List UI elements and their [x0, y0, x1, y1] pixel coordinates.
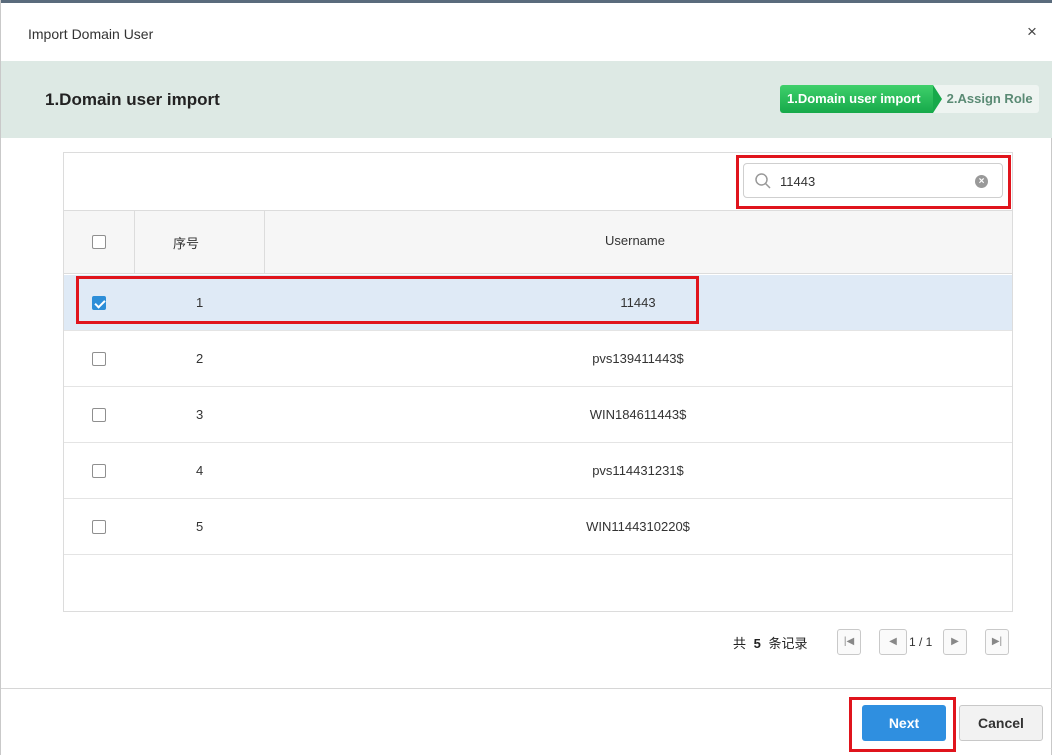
column-header-username[interactable]: Username [605, 233, 665, 248]
dialog-title: Import Domain User [28, 26, 154, 42]
pager-total-count: 5 [753, 636, 761, 651]
table-row[interactable]: 2 pvs139411443$ [64, 331, 1012, 387]
table-row[interactable]: 3 WIN184611443$ [64, 387, 1012, 443]
first-page-button[interactable]: |◀ [837, 629, 861, 655]
step-1-domain-user-import: 1.Domain user import [780, 85, 942, 113]
header-divider [134, 211, 135, 274]
table-row[interactable]: 1 11443 [64, 275, 1012, 331]
last-page-button[interactable]: ▶| [985, 629, 1009, 655]
page-indicator: 1 / 1 [909, 635, 933, 649]
pager-total-prefix: 共 [733, 636, 747, 651]
next-page-button[interactable]: ▶ [943, 629, 967, 655]
close-icon[interactable]: × [1023, 23, 1041, 41]
table-header: 序号 Username [64, 210, 1012, 274]
step-2-assign-role: 2.Assign Role [932, 85, 1039, 113]
search-icon [755, 173, 771, 189]
next-button[interactable]: Next [862, 705, 946, 741]
row-username: pvs139411443$ [592, 351, 684, 366]
row-username: WIN1144310220$ [586, 519, 690, 534]
step-title: 1.Domain user import [45, 90, 220, 109]
step-indicator: 1.Domain user import 2.Assign Role [780, 85, 1039, 113]
row-username: WIN184611443$ [589, 407, 687, 422]
pager-total: 共 5 条记录 [733, 633, 808, 652]
cancel-button[interactable]: Cancel [959, 705, 1043, 741]
select-all-checkbox[interactable] [92, 235, 106, 249]
header-divider [264, 211, 265, 274]
clear-icon[interactable]: × [975, 175, 988, 188]
prev-page-button[interactable]: ◀ [879, 629, 907, 655]
search-box[interactable]: × [743, 163, 1003, 198]
footer-divider [1, 688, 1052, 689]
row-username: pvs114431231$ [592, 463, 684, 478]
search-input[interactable] [780, 170, 970, 192]
step-header: 1.Domain user import 1.Domain user impor… [1, 61, 1052, 138]
pager-total-suffix: 条记录 [768, 636, 808, 651]
row-username: 11443 [620, 295, 656, 310]
table-row[interactable]: 4 pvs114431231$ [64, 443, 1012, 499]
import-domain-user-dialog: Import Domain User × 1.Domain user impor… [0, 0, 1052, 755]
dialog-titlebar: Import Domain User × [1, 3, 1052, 61]
table-row[interactable]: 5 WIN1144310220$ [64, 499, 1012, 555]
column-header-index[interactable]: 序号 [173, 233, 199, 252]
